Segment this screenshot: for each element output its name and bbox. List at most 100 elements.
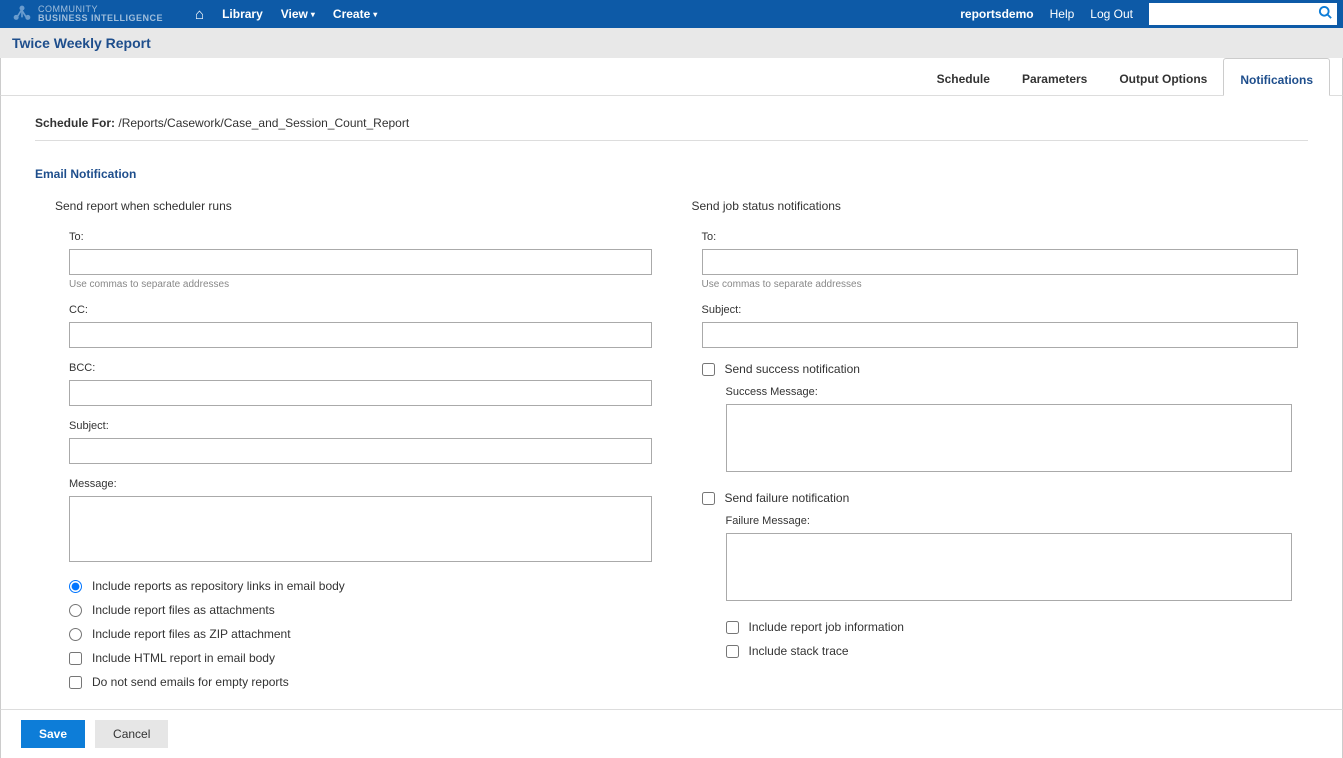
radio-zip[interactable] [69,628,82,641]
to-input[interactable] [69,249,652,275]
left-column: Send report when scheduler runs To: Use … [35,199,652,699]
home-icon: ⌂ [195,6,204,23]
opt-row-success: Send success notification [702,362,1309,376]
field-bcc: BCC: [69,362,652,406]
cc-input[interactable] [69,322,652,348]
search-box [1149,3,1337,25]
user-link[interactable]: reportsdemo [960,7,1033,21]
field-subject-left: Subject: [69,420,652,464]
opt-repo-label: Include reports as repository links in e… [92,579,345,593]
brand-line2: BUSINESS INTELLIGENCE [38,14,163,23]
field-to-right: To: Use commas to separate addresses [702,231,1309,290]
left-options: Include reports as repository links in e… [69,579,652,689]
opt-row-html: Include HTML report in email body [69,651,652,665]
two-column-layout: Send report when scheduler runs To: Use … [35,199,1308,699]
failure-msg-label: Failure Message: [726,515,1309,527]
to-label: To: [69,231,652,243]
view-menu[interactable]: View▾ [281,7,315,21]
view-label: View [281,7,308,21]
page-title: Twice Weekly Report [12,35,1331,51]
right-subhead: Send job status notifications [692,199,1309,213]
subject-input-right[interactable] [702,322,1298,348]
opt-row-jobinfo: Include report job information [726,620,1309,634]
failure-msg-textarea[interactable] [726,533,1292,601]
opt-row-empty: Do not send emails for empty reports [69,675,652,689]
create-menu[interactable]: Create▾ [333,7,377,21]
schedule-for-label: Schedule For: [35,116,115,130]
opt-html-label: Include HTML report in email body [92,651,275,665]
field-to: To: Use commas to separate addresses [69,231,652,290]
checkbox-html-body[interactable] [69,652,82,665]
nav-right: reportsdemo Help Log Out [960,3,1343,25]
brand-text: COMMUNITY BUSINESS INTELLIGENCE [38,5,163,23]
message-textarea[interactable] [69,496,652,562]
home-link[interactable]: ⌂ [195,6,204,23]
help-link[interactable]: Help [1050,7,1075,21]
right-options: Send success notification Success Messag… [702,362,1309,658]
nav-left: ⌂ Library View▾ Create▾ [195,6,377,23]
save-button[interactable]: Save [21,720,85,748]
message-label: Message: [69,478,652,490]
bcc-input[interactable] [69,380,652,406]
logout-link[interactable]: Log Out [1090,7,1133,21]
button-bar: Save Cancel [0,709,1343,758]
subject-label-left: Subject: [69,420,652,432]
tab-bar: Schedule Parameters Output Options Notif… [0,58,1343,96]
opt-success-label: Send success notification [725,362,860,376]
tab-parameters[interactable]: Parameters [1006,58,1103,95]
opt-jobinfo-label: Include report job information [749,620,904,634]
title-bar: Twice Weekly Report [0,28,1343,58]
opt-zip-label: Include report files as ZIP attachment [92,627,291,641]
search-input[interactable] [1149,7,1318,21]
opt-row-stack: Include stack trace [726,644,1309,658]
chevron-down-icon: ▾ [311,10,315,19]
extra-options: Include report job information Include s… [726,620,1309,658]
opt-failure-label: Send failure notification [725,491,850,505]
checkbox-job-info[interactable] [726,621,739,634]
tab-output-options[interactable]: Output Options [1103,58,1223,95]
content-area: Schedule For: /Reports/Casework/Case_and… [0,96,1343,709]
opt-row-zip: Include report files as ZIP attachment [69,627,652,641]
checkbox-stack-trace[interactable] [726,645,739,658]
bcc-label: BCC: [69,362,652,374]
block-failure-msg: Failure Message: [726,515,1309,604]
field-subject-right: Subject: [702,304,1309,348]
search-icon[interactable] [1318,5,1333,24]
schedule-for-row: Schedule For: /Reports/Casework/Case_and… [35,116,1308,141]
to-label-right: To: [702,231,1309,243]
success-msg-textarea[interactable] [726,404,1292,472]
checkbox-send-failure[interactable] [702,492,715,505]
subject-input-left[interactable] [69,438,652,464]
to-input-right[interactable] [702,249,1298,275]
tab-notifications[interactable]: Notifications [1223,58,1330,96]
checkbox-send-success[interactable] [702,363,715,376]
chevron-down-icon: ▾ [373,10,377,19]
logo-icon [12,4,32,24]
radio-attachments[interactable] [69,604,82,617]
opt-row-repo: Include reports as repository links in e… [69,579,652,593]
block-success-msg: Success Message: [726,386,1309,475]
create-label: Create [333,7,370,21]
cancel-button[interactable]: Cancel [95,720,168,748]
success-msg-label: Success Message: [726,386,1309,398]
opt-row-failure: Send failure notification [702,491,1309,505]
library-link[interactable]: Library [222,7,263,21]
brand-logo: COMMUNITY BUSINESS INTELLIGENCE [0,4,175,24]
tab-schedule[interactable]: Schedule [921,58,1006,95]
to-hint: Use commas to separate addresses [69,279,652,290]
field-cc: CC: [69,304,652,348]
section-header: Email Notification [35,167,1308,181]
radio-repo-links[interactable] [69,580,82,593]
left-subhead: Send report when scheduler runs [55,199,652,213]
opt-row-attach: Include report files as attachments [69,603,652,617]
to-hint-right: Use commas to separate addresses [702,279,1309,290]
opt-attach-label: Include report files as attachments [92,603,275,617]
top-navbar: COMMUNITY BUSINESS INTELLIGENCE ⌂ Librar… [0,0,1343,28]
cc-label: CC: [69,304,652,316]
checkbox-skip-empty[interactable] [69,676,82,689]
opt-empty-label: Do not send emails for empty reports [92,675,289,689]
opt-stack-label: Include stack trace [749,644,849,658]
schedule-for-path: /Reports/Casework/Case_and_Session_Count… [118,116,409,130]
field-message: Message: [69,478,652,565]
subject-label-right: Subject: [702,304,1309,316]
